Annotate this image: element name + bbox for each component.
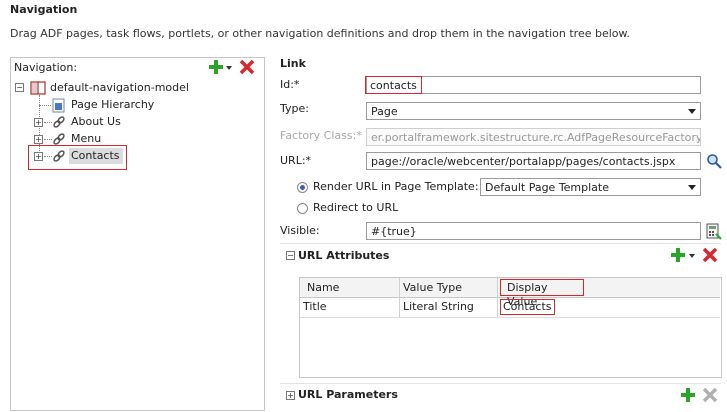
render-url-radio[interactable] bbox=[297, 182, 308, 193]
redirect-url-option-label: Redirect to URL bbox=[313, 201, 399, 214]
red-x-icon bbox=[702, 247, 718, 263]
page-title: Navigation bbox=[10, 3, 78, 16]
grey-x-icon bbox=[702, 387, 718, 403]
link-icon bbox=[52, 132, 66, 146]
url-field[interactable]: page://oracle/webcenter/portalapp/pages/… bbox=[366, 152, 701, 170]
page-template-value: Default Page Template bbox=[485, 181, 610, 194]
id-label: Id:* bbox=[280, 78, 300, 91]
delete-attribute-icon[interactable] bbox=[702, 247, 718, 263]
cell-value-type: Literal String bbox=[403, 300, 474, 313]
id-value: contacts bbox=[365, 76, 422, 94]
tree-connector bbox=[44, 139, 52, 140]
delete-node-icon[interactable] bbox=[239, 59, 255, 75]
green-plus-icon bbox=[671, 248, 685, 262]
menu-expand-toggle[interactable]: + bbox=[34, 135, 43, 144]
url-parameters-title: URL Parameters bbox=[298, 388, 398, 401]
url-label: URL:* bbox=[280, 154, 312, 167]
tree-connector bbox=[39, 105, 51, 106]
row-separator bbox=[300, 317, 720, 318]
visible-label: Visible: bbox=[280, 224, 320, 237]
page-template-select[interactable]: Default Page Template bbox=[480, 178, 701, 196]
delete-parameter-icon bbox=[702, 387, 718, 403]
tree-item-page-hierarchy[interactable]: Page Hierarchy bbox=[71, 98, 154, 111]
cell-name: Title bbox=[303, 300, 327, 313]
contacts-expand-toggle[interactable]: + bbox=[34, 152, 43, 161]
red-x-icon bbox=[239, 59, 255, 75]
type-label: Type: bbox=[280, 102, 309, 115]
add-node-icon[interactable] bbox=[208, 59, 224, 75]
navigation-tree-label: Navigation: bbox=[14, 61, 78, 74]
column-header-display-value[interactable]: Display Value bbox=[500, 279, 584, 308]
factory-class-label: Factory Class:* bbox=[280, 129, 362, 142]
url-parameters-expand-toggle[interactable]: + bbox=[286, 391, 295, 400]
add-attribute-icon[interactable] bbox=[670, 247, 686, 263]
render-url-option-label: Render URL in Page Template: bbox=[313, 180, 479, 193]
tree-root-label[interactable]: default-navigation-model bbox=[50, 81, 189, 94]
page-description: Drag ADF pages, task flows, portlets, or… bbox=[10, 27, 631, 40]
root-collapse-toggle[interactable]: − bbox=[15, 83, 24, 92]
column-header-name[interactable]: Name bbox=[307, 281, 339, 294]
url-attributes-collapse-toggle[interactable]: − bbox=[286, 251, 295, 260]
visible-field[interactable]: #{true} bbox=[366, 222, 701, 240]
type-value: Page bbox=[371, 105, 398, 118]
add-parameter-icon[interactable] bbox=[680, 387, 696, 403]
link-icon bbox=[52, 115, 66, 129]
redirect-url-radio[interactable] bbox=[297, 203, 308, 214]
factory-class-field: er.portalframework.sitestructure.rc.AdfP… bbox=[366, 128, 701, 146]
about-us-expand-toggle[interactable]: + bbox=[34, 118, 43, 127]
section-divider bbox=[280, 243, 721, 244]
tree-item-menu[interactable]: Menu bbox=[71, 132, 101, 145]
expression-builder-icon[interactable] bbox=[706, 223, 722, 240]
url-attributes-title: URL Attributes bbox=[298, 249, 390, 262]
tree-connector bbox=[44, 122, 52, 123]
book-icon bbox=[30, 81, 46, 95]
link-icon bbox=[52, 149, 66, 163]
tree-item-contacts[interactable]: Contacts bbox=[71, 149, 120, 162]
column-header-value-type[interactable]: Value Type bbox=[403, 281, 462, 294]
chevron-down-icon bbox=[688, 185, 696, 190]
add-dropdown-chevron-icon[interactable] bbox=[689, 254, 695, 258]
section-divider bbox=[280, 383, 721, 384]
page-hierarchy-icon bbox=[52, 98, 66, 113]
link-section-title: Link bbox=[280, 57, 306, 70]
chevron-down-icon bbox=[688, 109, 696, 114]
green-plus-icon bbox=[681, 388, 695, 402]
add-dropdown-chevron-icon[interactable] bbox=[226, 66, 232, 70]
tree-item-about-us[interactable]: About Us bbox=[71, 115, 121, 128]
green-plus-icon bbox=[209, 60, 223, 74]
cell-display-value[interactable]: Contacts bbox=[500, 299, 555, 315]
type-select[interactable]: Page bbox=[366, 102, 701, 120]
search-icon[interactable] bbox=[706, 153, 722, 169]
